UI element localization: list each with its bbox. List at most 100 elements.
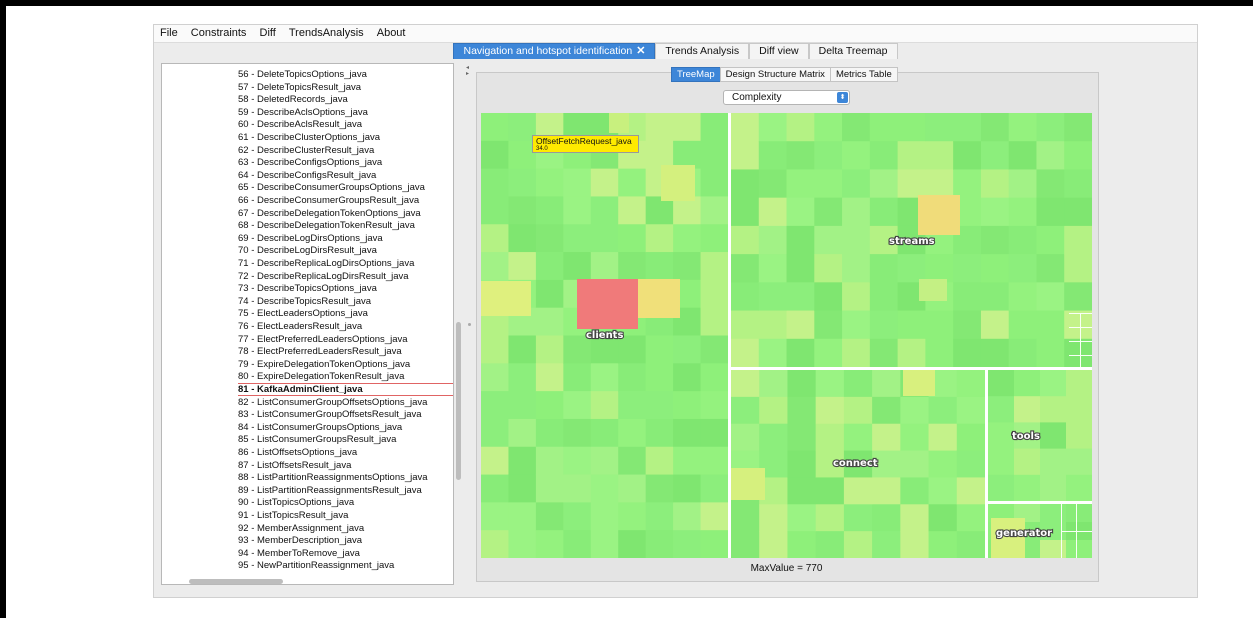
tab-navigation-hotspot[interactable]: Navigation and hotspot identification ✕ xyxy=(453,43,656,59)
streams-cell[interactable] xyxy=(1036,141,1065,170)
streams-cell[interactable] xyxy=(1036,225,1065,255)
connect-cell[interactable] xyxy=(956,504,986,532)
streams-cell[interactable] xyxy=(897,310,926,340)
tools-cell[interactable] xyxy=(1066,422,1092,450)
clients-cell[interactable] xyxy=(618,502,647,531)
streams-cell[interactable] xyxy=(758,225,788,255)
clients-cell[interactable] xyxy=(481,418,509,448)
connect-cell[interactable] xyxy=(872,396,901,425)
menu-trends-analysis[interactable]: TrendsAnalysis xyxy=(289,25,364,42)
streams-cell[interactable] xyxy=(980,282,1010,312)
clients-cell[interactable] xyxy=(590,196,619,225)
tools-cell[interactable] xyxy=(1040,448,1067,476)
clients-cell[interactable] xyxy=(563,363,592,392)
streams-cell[interactable] xyxy=(1064,113,1092,142)
streams-cell[interactable] xyxy=(786,197,815,227)
clients-cell[interactable] xyxy=(700,391,729,420)
tools-cell[interactable] xyxy=(1066,396,1092,423)
clients-cell[interactable] xyxy=(618,446,647,476)
clients-cell[interactable] xyxy=(700,196,729,225)
clients-cell[interactable] xyxy=(563,502,592,531)
connect-cell[interactable] xyxy=(787,370,817,398)
streams-cell[interactable] xyxy=(1036,338,1065,368)
clients-cell[interactable] xyxy=(535,502,564,531)
clients-cell[interactable] xyxy=(535,418,564,448)
streams-cell[interactable] xyxy=(980,338,1010,368)
clients-cell[interactable] xyxy=(673,502,702,531)
tab-trends-analysis[interactable]: Trends Analysis xyxy=(655,43,750,59)
tools-cell[interactable] xyxy=(1066,474,1092,502)
streams-cell[interactable] xyxy=(731,310,760,340)
warm-cell[interactable] xyxy=(919,279,947,301)
warm-cell[interactable] xyxy=(918,195,960,235)
streams-cell[interactable] xyxy=(731,113,760,142)
clients-cell[interactable] xyxy=(481,502,509,531)
streams-cell[interactable] xyxy=(1008,169,1037,199)
list-item[interactable]: 92 - MemberAssignment_java xyxy=(238,522,364,535)
list-item[interactable]: 57 - DeleteTopicsResult_java xyxy=(238,81,361,94)
clients-cell[interactable] xyxy=(481,252,509,281)
streams-cell[interactable] xyxy=(980,254,1010,283)
clients-cell[interactable] xyxy=(700,335,729,364)
clients-cell[interactable] xyxy=(563,530,592,558)
streams-cell[interactable] xyxy=(869,338,899,368)
list-item[interactable]: 91 - ListTopicsResult_java xyxy=(238,509,348,522)
clients-cell[interactable] xyxy=(590,252,619,281)
streams-cell[interactable] xyxy=(1064,141,1092,170)
connect-cell[interactable] xyxy=(843,504,873,532)
clients-cell[interactable] xyxy=(645,530,674,558)
connect-cell[interactable] xyxy=(843,423,873,452)
tab-diff-view[interactable]: Diff view xyxy=(749,43,809,59)
clients-cell[interactable] xyxy=(535,391,564,420)
clients-cell[interactable] xyxy=(481,140,509,170)
streams-cell[interactable] xyxy=(1008,310,1037,340)
streams-cell[interactable] xyxy=(814,113,843,142)
streams-cell[interactable] xyxy=(814,254,843,283)
list-item[interactable]: 73 - DescribeTopicsOptions_java xyxy=(238,282,377,295)
clients-cell[interactable] xyxy=(535,168,564,197)
list-item[interactable]: 78 - ElectPreferredLeadersResult_java xyxy=(238,345,402,358)
connect-cell[interactable] xyxy=(731,423,760,452)
streams-cell[interactable] xyxy=(842,169,871,199)
streams-cell[interactable] xyxy=(1008,225,1037,255)
list-item[interactable]: 69 - DescribeLogDirsOptions_java xyxy=(238,232,383,245)
connect-cell[interactable] xyxy=(928,450,958,478)
clients-cell[interactable] xyxy=(508,530,537,558)
connect-cell[interactable] xyxy=(928,477,958,505)
tools-cell[interactable] xyxy=(1040,396,1067,423)
generator-cell[interactable] xyxy=(1040,540,1067,558)
connect-cell[interactable] xyxy=(956,396,986,425)
connect-cell[interactable] xyxy=(787,396,817,425)
connect-cell[interactable] xyxy=(759,423,788,452)
clients-cell[interactable] xyxy=(481,530,509,558)
streams-cell[interactable] xyxy=(1008,113,1037,142)
list-item[interactable]: 63 - DescribeConfigsOptions_java xyxy=(238,156,382,169)
streams-cell[interactable] xyxy=(758,141,788,170)
streams-cell[interactable] xyxy=(786,141,815,170)
clients-cell[interactable] xyxy=(590,391,619,420)
list-item[interactable]: 94 - MemberToRemove_java xyxy=(238,547,360,560)
streams-cell[interactable] xyxy=(925,310,954,340)
streams-cell[interactable] xyxy=(1064,310,1092,340)
clients-cell[interactable] xyxy=(535,474,564,503)
connect-cell[interactable] xyxy=(900,450,930,478)
connect-cell[interactable] xyxy=(843,477,873,505)
generator-cell[interactable] xyxy=(1066,540,1092,558)
clients-cell[interactable] xyxy=(508,502,537,531)
connect-cell[interactable] xyxy=(872,531,901,558)
clients-cell[interactable] xyxy=(700,530,729,558)
connect-cell[interactable] xyxy=(759,396,788,425)
streams-cell[interactable] xyxy=(758,282,788,312)
connect-cell[interactable] xyxy=(787,531,817,558)
clients-cell[interactable] xyxy=(508,474,537,503)
warm-cell[interactable] xyxy=(661,165,695,201)
streams-cell[interactable] xyxy=(786,254,815,283)
clients-cell[interactable] xyxy=(673,363,702,392)
clients-cell[interactable] xyxy=(645,474,674,503)
tab-delta-treemap[interactable]: Delta Treemap xyxy=(808,43,898,59)
streams-cell[interactable] xyxy=(869,197,899,227)
clients-cell[interactable] xyxy=(481,391,509,420)
clients-cell[interactable] xyxy=(563,252,592,281)
clients-cell[interactable] xyxy=(618,224,647,253)
clients-cell[interactable] xyxy=(700,474,729,503)
